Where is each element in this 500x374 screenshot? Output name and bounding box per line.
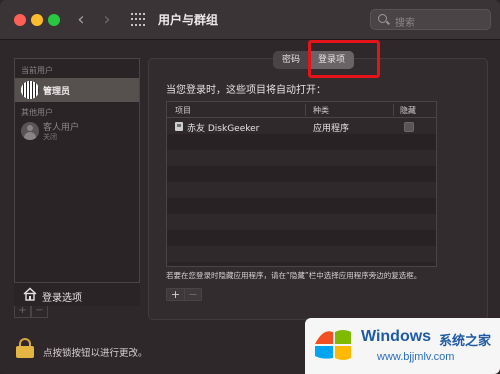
- user-avatar: [21, 81, 39, 99]
- minimize-button[interactable]: [31, 14, 43, 26]
- watermark-brand: Windows: [361, 328, 432, 345]
- watermark-cn: 系统之家: [439, 334, 492, 349]
- windows-logo-icon: [315, 330, 351, 360]
- hint-text: 若要在您登录时隐藏应用程序，请在“隐藏”栏中选择应用程序旁边的复选框。: [166, 271, 422, 280]
- watermark: Windows 系统之家 www.bjjmlv.com: [305, 318, 500, 374]
- row-item-name: 赤友 DiskGeeker: [187, 124, 260, 134]
- search-field[interactable]: 搜索: [370, 9, 491, 30]
- titlebar: ‹ › 用户与群组 搜索: [0, 0, 500, 40]
- forward-chevron-icon[interactable]: ›: [98, 9, 116, 31]
- search-icon: [378, 14, 387, 23]
- remove-login-item-button[interactable]: −: [184, 289, 201, 300]
- column-header-item[interactable]: 项目: [175, 105, 191, 116]
- highlight-annotation: [308, 40, 380, 78]
- add-user-button[interactable]: +: [14, 306, 31, 318]
- other-users-label: 其他用户: [21, 108, 53, 117]
- panel-description: 当您登录时，这些项目将自动打开：: [166, 85, 326, 96]
- column-header-kind[interactable]: 种类: [313, 105, 329, 116]
- remove-user-button[interactable]: −: [31, 306, 48, 318]
- back-chevron-icon[interactable]: ‹: [72, 9, 90, 31]
- watermark-url: www.bjjmlv.com: [377, 351, 455, 363]
- house-icon: [23, 287, 37, 301]
- guest-user-status: 关闭: [43, 133, 57, 141]
- zoom-button[interactable]: [48, 14, 60, 26]
- add-login-item-button[interactable]: +: [167, 289, 184, 300]
- login-items-table[interactable]: 项目 种类 隐藏 赤友 DiskGeeker 应用程序: [166, 101, 437, 267]
- users-sidebar: 当前用户 管理员 其他用户 客人用户 关闭: [14, 58, 140, 306]
- login-items-add-remove: + −: [166, 288, 202, 301]
- window: ‹ › 用户与群组 搜索 当前用户 管理员 其他用户 客人用户 关闭 登录选项: [0, 0, 500, 374]
- show-all-grid-icon[interactable]: [131, 13, 145, 27]
- column-header-hidden[interactable]: 隐藏: [400, 105, 416, 116]
- table-rows: [167, 118, 436, 262]
- lock-icon[interactable]: [16, 338, 34, 358]
- login-options-button[interactable]: 登录选项: [14, 282, 140, 306]
- close-button[interactable]: [14, 14, 26, 26]
- search-placeholder: 搜索: [395, 18, 415, 29]
- user-row-guest[interactable]: 客人用户 关闭: [15, 119, 139, 143]
- row-item-kind: 应用程序: [313, 124, 350, 134]
- lock-hint-text: 点按锁按钮以进行更改。: [43, 348, 148, 359]
- sidebar-add-remove: + −: [14, 306, 54, 318]
- app-icon: [175, 122, 183, 131]
- user-name: 管理员: [43, 87, 71, 97]
- current-users-label: 当前用户: [21, 66, 53, 75]
- guest-avatar: [21, 122, 39, 140]
- row-hidden-checkbox[interactable]: [404, 122, 414, 132]
- tab-password[interactable]: 密码: [273, 51, 309, 69]
- table-header: 项目 种类 隐藏: [167, 102, 436, 118]
- login-options-label: 登录选项: [42, 293, 82, 304]
- window-title: 用户与群组: [158, 13, 219, 27]
- user-row-admin[interactable]: 管理员: [15, 78, 139, 102]
